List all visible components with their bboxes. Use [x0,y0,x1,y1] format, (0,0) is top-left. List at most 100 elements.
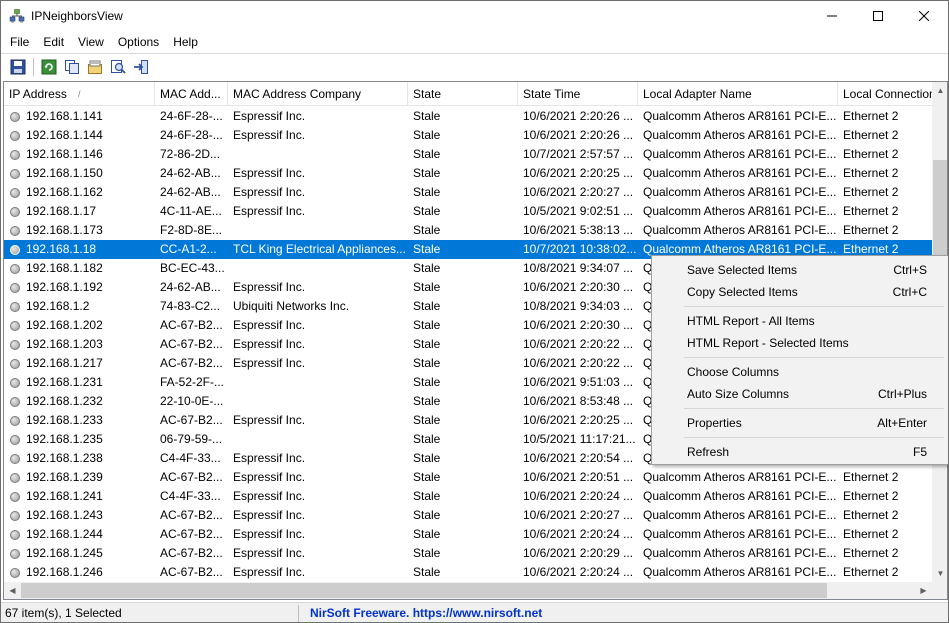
exit-icon [134,59,148,74]
status-dot-icon [10,453,20,464]
column-header-ip-address[interactable]: IP Address / [4,82,155,106]
connection-cell: Ethernet 2 [843,166,899,180]
find-button[interactable] [109,58,127,76]
table-row[interactable]: 192.168.1.243 AC-67-B2... Espressif Inc. St… [4,506,932,525]
state-time-cell: 10/6/2021 2:20:54 ... [523,451,634,465]
state-time-cell: 10/5/2021 9:02:51 ... [523,204,634,218]
ip-address-cell: 192.168.1.150 [4,164,155,183]
table-row[interactable]: 192.168.1.146 72-86-2D... Stale 10/7/2021 2… [4,145,932,164]
column-header-mac-address[interactable]: MAC Add... [155,82,228,106]
menu-edit[interactable]: Edit [36,32,71,52]
table-row[interactable]: 192.168.1.246 AC-67-B2... Espressif Inc. St… [4,563,932,582]
ip-address-cell: 192.168.1.202 [4,316,155,335]
close-icon [919,11,929,21]
adapter-cell: Qualcomm Atheros AR8161 PCI-E... [643,565,837,579]
menu-help[interactable]: Help [166,32,205,52]
status-dot-icon [10,111,20,122]
mac-company-cell: TCL King Electrical Appliances... [233,242,406,256]
mac-address-cell: C4-4F-33... [160,451,221,465]
menu-item-label: Save Selected Items [687,263,798,277]
adapter-cell: Qualcomm Atheros AR8161 PCI-E... [643,546,837,560]
column-header-state-time[interactable]: State Time [518,82,638,106]
vertical-scroll-thumb[interactable] [933,160,947,258]
status-dot-icon [10,434,20,445]
refresh-icon [41,59,57,74]
menu-item-choose-columns[interactable]: Choose Columns [654,361,946,383]
menu-item-html-report-all-items[interactable]: HTML Report - All Items [654,310,946,332]
state-time-cell: 10/6/2021 2:20:30 ... [523,280,634,294]
mac-company-cell: Espressif Inc. [233,489,306,503]
ip-address-text: 192.168.1.239 [26,470,103,484]
status-dot-icon [10,472,20,483]
table-row[interactable]: 192.168.1.245 AC-67-B2... Espressif Inc. St… [4,544,932,563]
table-row[interactable]: 192.168.1.239 AC-67-B2... Espressif Inc. St… [4,468,932,487]
ip-address-cell: 192.168.1.173 [4,221,155,240]
scroll-right-icon[interactable]: ▶ [915,582,932,599]
state-time-cell: 10/8/2021 9:34:03 ... [523,299,634,313]
toolbar-separator [33,57,34,76]
menu-item-auto-size-columns[interactable]: Auto Size Columns Ctrl+Plus [654,383,946,405]
state-time-cell: 10/6/2021 2:20:25 ... [523,413,634,427]
table-row[interactable]: 192.168.1.241 C4-4F-33... Espressif Inc. St… [4,487,932,506]
scroll-left-icon[interactable]: ◀ [4,582,21,599]
mac-company-cell: Espressif Inc. [233,413,306,427]
horizontal-scroll-thumb[interactable] [21,583,827,598]
ip-address-cell: 192.168.1.18 [4,240,155,259]
mac-address-cell: 06-79-59-... [160,432,223,446]
refresh-button[interactable] [40,58,58,76]
table-row[interactable]: 192.168.1.173 F2-8D-8E... Stale 10/6/2021 5… [4,221,932,240]
scroll-down-icon[interactable]: ▼ [932,565,947,582]
exit-button[interactable] [132,58,150,76]
menu-item-html-report-selected-items[interactable]: HTML Report - Selected Items [654,332,946,354]
menu-options[interactable]: Options [111,32,166,52]
mac-company-cell: Espressif Inc. [233,280,306,294]
mac-address-cell: 74-83-C2... [160,299,221,313]
menu-item-save-selected-items[interactable]: Save Selected Items Ctrl+S [654,259,946,281]
column-header-state[interactable]: State [408,82,518,106]
minimize-button[interactable] [809,1,855,31]
horizontal-scrollbar[interactable]: ◀ ▶ [4,582,932,599]
status-dot-icon [10,130,20,141]
status-dot-icon [10,149,20,160]
table-row[interactable]: 192.168.1.150 24-62-AB... Espressif Inc. St… [4,164,932,183]
connection-cell: Ethernet 2 [843,527,899,541]
save-button[interactable] [9,58,27,76]
mac-address-cell: 72-86-2D... [160,147,221,161]
state-time-cell: 10/6/2021 2:20:24 ... [523,565,634,579]
ip-address-text: 192.168.1.202 [26,318,103,332]
title-bar[interactable]: IPNeighborsView [1,1,948,31]
adapter-cell: Qualcomm Atheros AR8161 PCI-E... [643,489,837,503]
status-dot-icon [10,491,20,502]
state-cell: Stale [413,147,441,161]
table-row[interactable]: 192.168.1.144 24-6F-28-... Espressif Inc. S… [4,126,932,145]
ip-address-text: 192.168.1.150 [26,166,103,180]
table-row[interactable]: 192.168.1.141 24-6F-28-... Espressif Inc. S… [4,107,932,126]
status-dot-icon [10,529,20,540]
menu-item-properties[interactable]: Properties Alt+Enter [654,412,946,434]
scroll-up-icon[interactable]: ▲ [932,82,947,99]
state-cell: Stale [413,223,441,237]
app-window: IPNeighborsView File Edit View Options H… [0,0,949,623]
menu-item-copy-selected-items[interactable]: Copy Selected Items Ctrl+C [654,281,946,303]
state-time-cell: 10/6/2021 9:51:03 ... [523,375,634,389]
mac-address-cell: CC-A1-2... [160,242,217,256]
table-row[interactable]: 192.168.1.162 24-62-AB... Espressif Inc. St… [4,183,932,202]
close-button[interactable] [901,1,947,31]
copy-button[interactable] [63,58,81,76]
status-dot-icon [10,282,20,293]
mac-address-cell: AC-67-B2... [160,318,223,332]
state-cell: Stale [413,356,441,370]
column-header-local-adapter[interactable]: Local Adapter Name [638,82,838,106]
table-row[interactable]: 192.168.1.17 4C-11-AE... Espressif Inc. Sta… [4,202,932,221]
table-row[interactable]: 192.168.1.244 AC-67-B2... Espressif Inc. St… [4,525,932,544]
menu-file[interactable]: File [3,32,36,52]
menu-view[interactable]: View [71,32,111,52]
maximize-button[interactable] [855,1,901,31]
nirsoft-link[interactable]: NirSoft Freeware. https://www.nirsoft.ne… [310,606,542,620]
properties-button[interactable] [86,58,104,76]
menu-item-refresh[interactable]: Refresh F5 [654,441,946,463]
column-header-mac-company[interactable]: MAC Address Company [228,82,408,106]
adapter-cell: Qualcomm Atheros AR8161 PCI-E... [643,128,837,142]
mac-address-cell: AC-67-B2... [160,337,223,351]
ip-address-cell: 192.168.1.2 [4,297,155,316]
